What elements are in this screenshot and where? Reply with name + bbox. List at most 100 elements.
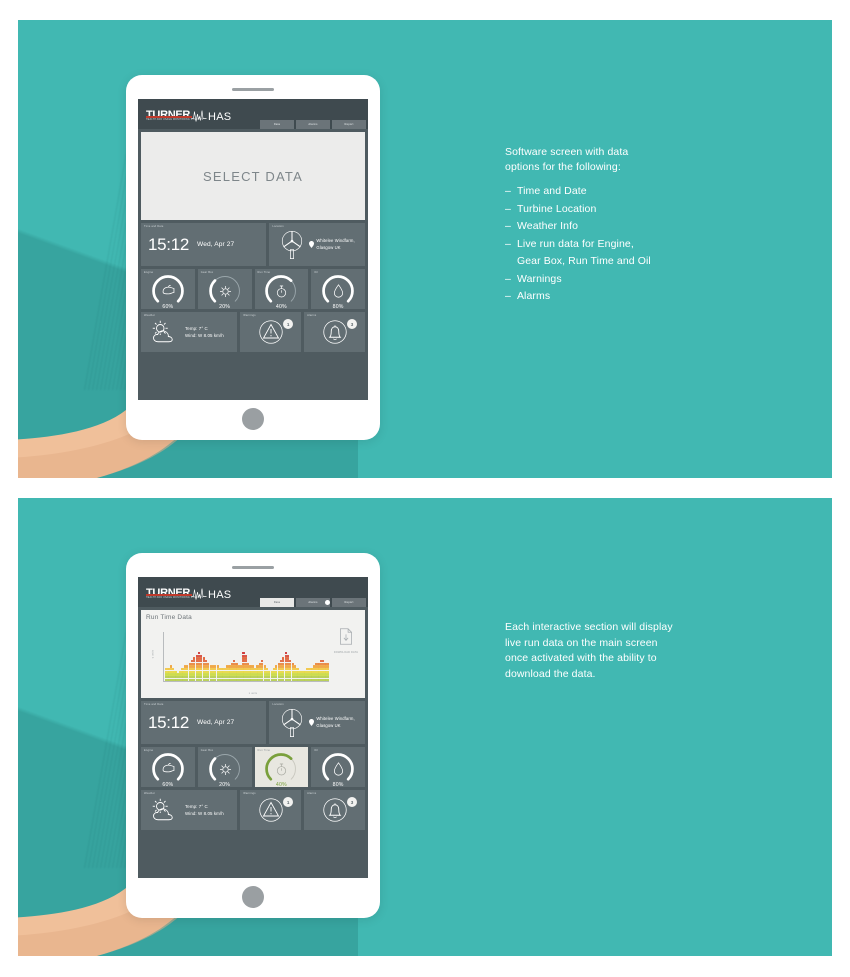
gauge-label-oil: Oil — [314, 749, 319, 752]
location-text: Whitelee Windfarm, Glasgow UK — [316, 716, 354, 728]
time-date-card[interactable]: Time and Date 15:12 Wed, Apr 27 — [141, 701, 267, 744]
alarms-label: Alarms — [307, 792, 317, 795]
chart-dot — [326, 668, 329, 671]
annotation-2-line-1: Each interactive section will display — [505, 621, 673, 633]
warnings-label: Warnings — [243, 792, 256, 795]
logo-suffix: HAS — [208, 589, 232, 601]
time-date-label: Time and Date — [144, 703, 164, 706]
weather-label: Weather — [144, 792, 156, 795]
weather-card[interactable]: Weather Temp: 7° C Wind: W 8.05 km/h — [141, 790, 238, 830]
chart-y-axis-label: y axis — [151, 649, 155, 659]
gauge-card-oil[interactable]: Oil 80% — [311, 747, 365, 788]
gear-icon — [219, 285, 231, 297]
warning-triangle-icon — [259, 798, 283, 822]
annotation-2-line-4: download the data. — [505, 667, 596, 680]
weather-temp: Temp: 7° C — [185, 803, 208, 809]
date-value: Wed, Apr 27 — [197, 241, 235, 248]
weather-readings: Temp: 7° C Wind: W 8.05 km/h — [185, 325, 224, 339]
row-time-location: Time and Date 15:12 Wed, Apr 27 Location — [141, 223, 365, 266]
annotation-2-text: Each interactive section will display li… — [505, 620, 805, 682]
time-date-card[interactable]: Time and Date 15:12 Wed, Apr 27 — [141, 223, 267, 266]
gauge-card-runtime[interactable]: Run Time 40% — [254, 269, 309, 310]
chart-columns — [165, 632, 329, 681]
gauge-card-oil[interactable]: Oil 80% — [311, 269, 365, 310]
gauge-card-runtime-active[interactable]: Run Time 40% — [254, 747, 309, 788]
tablet-speaker — [232, 88, 274, 91]
tab-report[interactable]: Report — [332, 120, 366, 129]
stopwatch-icon — [277, 763, 287, 775]
time-date-label: Time and Date — [144, 225, 164, 228]
sun-cloud-icon — [152, 798, 173, 821]
list-item-label: Warnings — [516, 272, 562, 285]
list-item: – Weather Info — [505, 218, 795, 235]
engine-icon — [162, 284, 175, 294]
chart-column — [326, 662, 329, 681]
gauge-card-engine[interactable]: Engine 60% — [141, 269, 195, 310]
alarms-label: Alarms — [307, 314, 317, 317]
location-card[interactable]: Location Whitelee Windfarm, Glasgow UK — [269, 701, 365, 744]
list-item-label: Alarms — [516, 289, 551, 302]
gauge-value-engine: 60% — [162, 782, 174, 788]
runtime-chart-panel: Run Time Data y axis x axis DOWNLOAD DAT… — [141, 610, 365, 698]
map-pin-icon — [309, 719, 315, 726]
document-download-icon — [340, 628, 352, 645]
chart-plot-area — [163, 632, 329, 682]
weather-label: Weather — [144, 314, 156, 317]
warnings-card[interactable]: Warnings 1 — [240, 790, 302, 830]
alarms-count-badge: 3 — [347, 797, 358, 807]
gauge-value-runtime: 40% — [275, 782, 287, 788]
gauge-value-gearbox: 20% — [219, 782, 231, 788]
gauge-card-gearbox[interactable]: Gear Box 20% — [197, 269, 252, 310]
app-header: TURNER HEALTH AND USAGE MONITORING SYSTE… — [138, 99, 368, 129]
annotation-1-list: – Time and Date – Turbine Location – Weathe… — [505, 183, 795, 305]
download-data-button[interactable]: DOWNLOAD DATA — [331, 628, 361, 654]
list-item: – Time and Date — [505, 183, 795, 200]
logo-tagline: HEALTH AND USAGE MONITORING SYSTEMS — [146, 597, 204, 599]
logo-tagline: HEALTH AND USAGE MONITORING SYSTEMS — [146, 119, 204, 121]
location-line-1: Whitelee Windfarm, — [316, 716, 355, 722]
app-logo: TURNER HEALTH AND USAGE MONITORING SYSTE… — [146, 583, 231, 601]
list-item-label: Live run data for Engine, Gear Box, Run … — [516, 237, 651, 268]
stopwatch-icon — [277, 285, 287, 297]
annotation-1-lead-line1: Software screen with data — [505, 146, 629, 158]
weather-wind: Wind: W 8.05 km/h — [185, 811, 224, 816]
home-button[interactable] — [242, 408, 264, 430]
warnings-label: Warnings — [243, 314, 256, 317]
gauge-card-gearbox[interactable]: Gear Box 20% — [197, 747, 252, 788]
location-card[interactable]: Location Whitelee Windfarm, Glasgow UK — [269, 223, 365, 266]
annotation-2-line-3: once activated with the ability to — [505, 652, 657, 665]
row-time-location: Time and Date 15:12 Wed, Apr 27 Location — [141, 701, 365, 744]
panel-screen-overview: TURNER HEALTH AND USAGE MONITORING SYSTE… — [18, 20, 832, 478]
gauge-value-oil: 80% — [332, 782, 344, 788]
app-content-1: SELECT DATA Time and Date 15:12 Wed, Apr… — [138, 129, 368, 400]
gauge-value-gearbox: 20% — [219, 304, 231, 310]
gauge-value-runtime: 40% — [275, 304, 287, 310]
chart-title: Run Time Data — [146, 614, 192, 621]
oil-drop-icon — [334, 761, 344, 776]
oil-drop-icon — [334, 283, 344, 298]
alarms-card[interactable]: Alarms 3 — [304, 790, 366, 830]
tab-report[interactable]: Report — [332, 598, 366, 607]
warnings-count-badge: 1 — [283, 319, 294, 329]
tab-alarms[interactable]: Alarms — [296, 120, 330, 129]
gauge-value-oil: 80% — [332, 304, 344, 310]
tab-bar-1: Data Alarms Report — [260, 120, 366, 129]
home-button[interactable] — [242, 886, 264, 908]
select-data-panel[interactable]: SELECT DATA — [141, 132, 365, 220]
location-line-2: Glasgow UK — [316, 722, 341, 728]
tab-data[interactable]: Data — [260, 598, 294, 607]
gauge-card-engine[interactable]: Engine 60% — [141, 747, 195, 788]
time-value: 15:12 — [148, 234, 190, 254]
alarms-card[interactable]: Alarms 3 — [304, 312, 366, 352]
sun-cloud-icon — [152, 320, 173, 343]
location-text: Whitelee Windfarm, Glasgow UK — [316, 238, 354, 250]
annotation-2-line-2: live run data on the main screen — [505, 636, 658, 649]
annotation-block-2: Each interactive section will display li… — [505, 620, 805, 682]
logo-underline — [146, 116, 192, 118]
tab-data[interactable]: Data — [260, 120, 294, 129]
bullet-dash: – — [505, 289, 511, 302]
warnings-card[interactable]: Warnings 1 — [240, 312, 302, 352]
weather-card[interactable]: Weather Temp: 7° C Wind: W 8.05 km/h — [141, 312, 238, 352]
app-logo: TURNER HEALTH AND USAGE MONITORING SYSTE… — [146, 105, 231, 123]
app-screen-2: TURNER HEALTH AND USAGE MONITORING SYSTE… — [138, 577, 368, 878]
